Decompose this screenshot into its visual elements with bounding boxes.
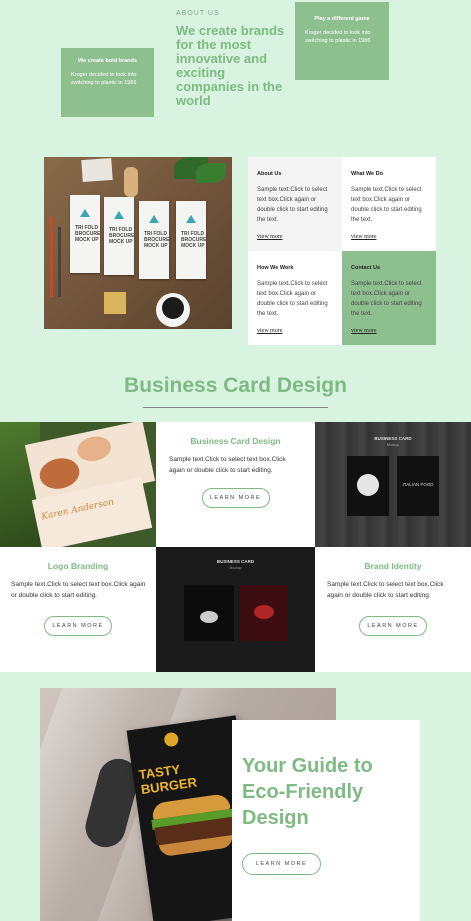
- business-card-photo: Karen Anderson: [0, 422, 156, 547]
- service-title: Brand Identity: [364, 561, 422, 571]
- coffee-cup-shape: [162, 297, 184, 319]
- coaster-shape: [104, 292, 126, 314]
- service-title: Logo Branding: [47, 561, 109, 571]
- card-body: Kroger decided to look into switching to…: [71, 72, 137, 86]
- card-photo-side: [347, 456, 389, 516]
- brochure-panel: TRI FOLD BROCURE MOCK UP: [176, 201, 206, 279]
- about-label: ABOUT US: [176, 10, 220, 17]
- brochure-logo-icon: [149, 215, 159, 223]
- different-game-card: Play a different game Kroger decided to …: [295, 2, 389, 80]
- info-cell-what-we-do: What We Do Sample text.Click to select t…: [342, 157, 436, 251]
- view-more-link[interactable]: view more: [351, 328, 377, 334]
- service-body: Sample text.Click to select text box.Cli…: [169, 456, 286, 474]
- info-cell-how-we-work: How We Work Sample text.Click to select …: [248, 251, 342, 345]
- card-photo-side: [184, 585, 234, 641]
- service-logo-branding: Logo Branding Sample text.Click to selec…: [0, 547, 156, 672]
- card-title: We create bold brands: [78, 58, 137, 64]
- brochure-logo-icon: [186, 215, 196, 223]
- guide-title: Your Guide to Eco-Friendly Design: [242, 755, 373, 829]
- service-card-design: Business Card Design Sample text.Click t…: [156, 422, 315, 547]
- brochure-panel: TRI FOLD BROCURE MOCK UP: [70, 195, 100, 273]
- service-title: Business Card Design: [190, 436, 281, 446]
- brochure-logo-icon: [80, 209, 90, 217]
- burger-logo-icon: [163, 731, 180, 748]
- info-cell-about: About Us Sample text.Click to select tex…: [248, 157, 342, 251]
- section-divider: [143, 407, 328, 408]
- pen-shape: [58, 227, 61, 297]
- view-more-link[interactable]: view more: [257, 328, 283, 334]
- view-more-link[interactable]: view more: [351, 234, 377, 240]
- brochure-logo-icon: [114, 211, 124, 219]
- brochure-panel: TRI FOLD BROCURE MOCK UP: [139, 201, 169, 279]
- plant-leaf: [196, 163, 226, 183]
- section-title: Business Card Design: [124, 374, 347, 397]
- dark-card-photo: BUSINESS CARD Mockup: [156, 547, 315, 672]
- brochure-panel: TRI FOLD BROCURE MOCK UP: [104, 197, 134, 275]
- bold-brands-card: We create bold brands Kroger decided to …: [61, 48, 154, 117]
- italian-food-card-photo: BUSINESS CARD Mockup ITALIAN FOOD: [315, 422, 471, 547]
- learn-more-button[interactable]: LEARN MORE: [44, 616, 112, 636]
- service-body: Sample text.Click to select text box.Cli…: [11, 581, 146, 599]
- brochure-mockup-image: TRI FOLD BROCURE MOCK UP TRI FOLD BROCUR…: [44, 157, 232, 329]
- card-title: Play a different game: [314, 16, 370, 22]
- info-grid: About Us Sample text.Click to select tex…: [248, 157, 436, 345]
- notepad-shape: [81, 157, 113, 183]
- pencil-shape: [50, 217, 53, 297]
- card-dessert-side: [240, 585, 288, 641]
- view-more-link[interactable]: view more: [257, 234, 283, 240]
- service-brand-identity: Brand Identity Sample text.Click to sele…: [315, 547, 471, 672]
- card-body: Kroger decided to look into switching to…: [305, 30, 371, 44]
- service-body: Sample text.Click to select text box.Cli…: [327, 581, 444, 599]
- hero-title: We create brands for the most innovative…: [176, 23, 285, 108]
- learn-more-button[interactable]: LEARN MORE: [242, 853, 321, 875]
- flyer-title: TASTY BURGER: [137, 761, 198, 798]
- card-text-side: ITALIAN FOOD: [397, 456, 439, 516]
- info-cell-contact: Contact Us Sample text.Click to select t…: [342, 251, 436, 345]
- figurine-shape: [124, 167, 138, 197]
- learn-more-button[interactable]: LEARN MORE: [201, 488, 270, 508]
- learn-more-button[interactable]: LEARN MORE: [359, 616, 427, 636]
- guide-cta: LEARN MORE: [242, 852, 321, 875]
